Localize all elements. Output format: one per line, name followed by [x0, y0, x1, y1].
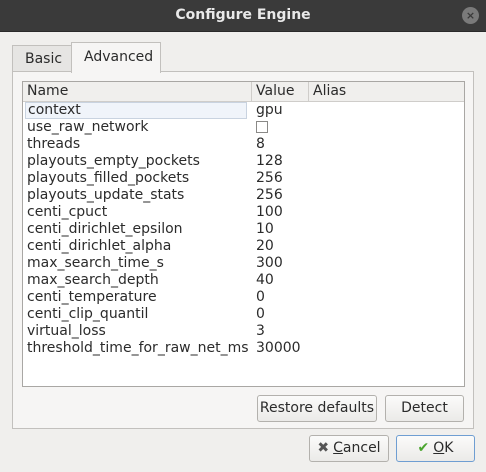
option-name: max_search_time_s [27, 255, 164, 271]
options-table: Name Value Alias context gpu use_raw_netwo… [22, 81, 465, 387]
table-body: context gpu use_raw_network threads 8 playout… [23, 102, 464, 357]
table-row[interactable]: context gpu [23, 102, 464, 119]
table-row[interactable]: playouts_update_stats 256 [23, 187, 464, 204]
option-value[interactable]: 300 [256, 255, 308, 272]
cancel-x-icon: ✖ [317, 440, 330, 456]
tab-advanced[interactable]: Advanced [71, 42, 161, 73]
advanced-panel: Name Value Alias context gpu use_raw_netwo… [12, 71, 474, 429]
window-title: Configure Engine [175, 7, 311, 23]
table-row[interactable]: use_raw_network [23, 119, 464, 136]
option-value[interactable]: 100 [256, 204, 308, 221]
close-icon[interactable]: × [462, 7, 479, 24]
option-value[interactable]: 20 [256, 238, 308, 255]
option-name: context [25, 102, 247, 119]
table-row[interactable]: threshold_time_for_raw_net_ms 30000 [23, 340, 464, 357]
table-row[interactable]: centi_clip_quantil 0 [23, 306, 464, 323]
table-row[interactable]: playouts_empty_pockets 128 [23, 153, 464, 170]
option-value[interactable]: 0 [256, 306, 308, 323]
table-row[interactable]: centi_dirichlet_alpha 20 [23, 238, 464, 255]
option-value[interactable]: gpu [256, 102, 308, 119]
option-name: centi_clip_quantil [27, 306, 149, 322]
ok-label-rest: K [444, 440, 454, 456]
option-name: virtual_loss [27, 323, 106, 339]
option-name: centi_cpuct [27, 204, 108, 220]
ok-mnemonic: O [433, 440, 445, 456]
table-row[interactable]: max_search_time_s 300 [23, 255, 464, 272]
detect-button[interactable]: Detect [385, 395, 464, 422]
table-header: Name Value Alias [23, 82, 464, 102]
table-row[interactable]: centi_cpuct 100 [23, 204, 464, 221]
ok-button[interactable]: ✔ OK [396, 435, 475, 462]
cancel-label-rest: ancel [342, 440, 381, 456]
cancel-button[interactable]: ✖ Cancel [309, 435, 389, 462]
table-row[interactable]: virtual_loss 3 [23, 323, 464, 340]
option-value[interactable]: 3 [256, 323, 308, 340]
option-checkbox[interactable] [256, 121, 268, 133]
option-name: threshold_time_for_raw_net_ms [27, 340, 249, 356]
option-name: threads [27, 136, 81, 152]
column-header-alias[interactable]: Alias [309, 82, 464, 101]
column-header-value[interactable]: Value [252, 82, 309, 101]
option-name: playouts_update_stats [27, 187, 185, 203]
column-header-name[interactable]: Name [23, 82, 252, 101]
option-value[interactable]: 8 [256, 136, 308, 153]
cancel-mnemonic: C [333, 440, 343, 456]
option-value[interactable]: 0 [256, 289, 308, 306]
table-row[interactable]: centi_temperature 0 [23, 289, 464, 306]
option-value[interactable]: 10 [256, 221, 308, 238]
option-name: use_raw_network [27, 119, 149, 135]
option-value[interactable]: 256 [256, 170, 308, 187]
option-name: max_search_depth [27, 272, 159, 288]
option-name: centi_temperature [27, 289, 157, 305]
option-name: centi_dirichlet_alpha [27, 238, 172, 254]
option-value[interactable]: 256 [256, 187, 308, 204]
checkmark-icon: ✔ [417, 440, 430, 456]
restore-defaults-button[interactable]: Restore defaults [257, 395, 377, 422]
option-name: playouts_filled_pockets [27, 170, 190, 186]
configure-engine-dialog: Configure Engine × Basic Advanced Name V… [0, 0, 486, 472]
option-name: centi_dirichlet_epsilon [27, 221, 183, 237]
option-name: playouts_empty_pockets [27, 153, 200, 169]
table-row[interactable]: centi_dirichlet_epsilon 10 [23, 221, 464, 238]
option-value[interactable]: 30000 [256, 340, 308, 357]
table-row[interactable]: max_search_depth 40 [23, 272, 464, 289]
title-bar: Configure Engine × [0, 0, 486, 32]
table-row[interactable]: threads 8 [23, 136, 464, 153]
option-value[interactable]: 40 [256, 272, 308, 289]
table-row[interactable]: playouts_filled_pockets 256 [23, 170, 464, 187]
option-value[interactable]: 128 [256, 153, 308, 170]
